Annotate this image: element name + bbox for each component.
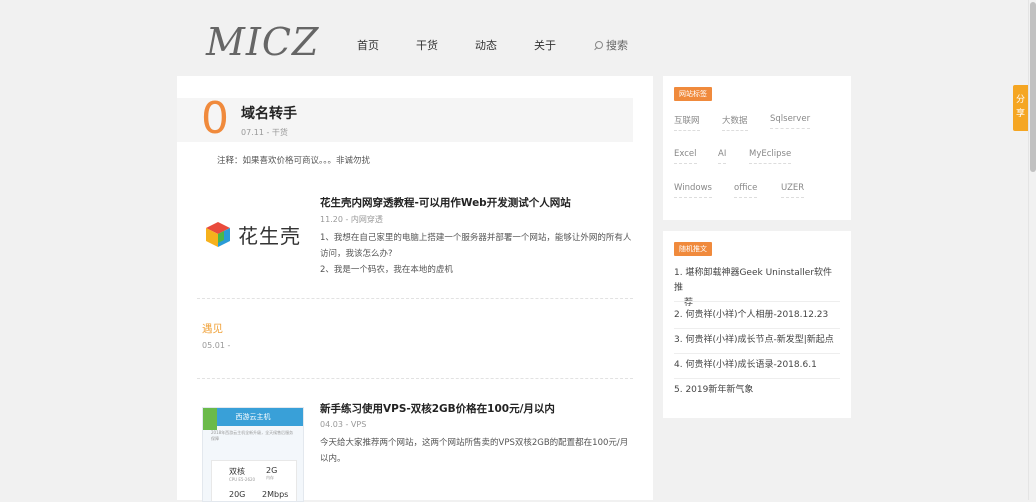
post-date: 04.03 [320,420,343,429]
search-label: 搜索 [606,39,628,52]
search-button[interactable]: 搜索 [594,37,628,53]
post-meta: 04.03 - VPS [320,420,367,429]
post-category[interactable]: VPS [351,420,366,429]
site-logo[interactable]: MICZ [206,20,319,64]
nav-home[interactable]: 首页 [357,37,379,53]
thumbnail-ribbon [203,408,217,430]
post-thumbnail[interactable]: 花生壳 [202,210,302,256]
site-header: MICZ 首页 干货 动态 关于 搜索 [0,0,1036,76]
post-note: 注释：如果喜欢价格可商议。。。非诚勿扰 [217,156,371,166]
comment-count: 0 [201,93,229,144]
tag-link[interactable]: 互联网 [674,114,700,131]
post-excerpt: 1、我想在自己家里的电脑上搭建一个服务器并部署一个网站，能够让外网的所有人 访问… [320,230,631,278]
tag-link[interactable]: 大数据 [722,114,748,131]
post-excerpt: 今天给大家推荐两个网站，这两个网站所售卖的VPS双核2GB的配置都在100元/月… [320,435,628,467]
divider [674,378,840,379]
spec-sub: CPU E5-2620 [229,477,256,482]
post-meta: 11.20 - 内网穿透 [320,215,383,224]
post-list: 0 域名转手 07.11 - 干货 注释：如果喜欢价格可商议。。。非诚勿扰 花生… [177,76,653,502]
divider [674,353,840,354]
post-category[interactable]: 干货 [272,128,288,137]
excerpt-line: 访问，我该怎么办? [320,249,393,259]
random-post-link[interactable]: 1. 堪称卸载神器Geek Uninstaller软件推 荐 [674,266,840,311]
excerpt-line: 以内。 [320,454,346,464]
post-title[interactable]: 新手练习使用VPS-双核2GB价格在100元/月以内 [320,401,555,416]
post-category[interactable]: 内网穿透 [351,215,383,224]
post-date: 05.01 [202,341,225,350]
pinned-post[interactable]: 0 域名转手 07.11 - 干货 [177,93,633,144]
thumbnail-spec-box: 双核 CPU E5-2620 2G 内存 20G 2Mbps [211,460,297,501]
scrollbar[interactable] [1028,0,1036,500]
post-meta: 05.01 - [202,341,231,350]
thumbnail-caption: 2018年西游云主机全新升级，全天候售后服务保障 [211,430,294,441]
tag-link[interactable]: office [734,183,758,198]
post-title[interactable]: 花生壳内网穿透教程-可以用作Web开发测试个人网站 [320,195,571,210]
thumbnail-banner: 西游云主机 [203,408,303,426]
nav-dry-goods[interactable]: 干货 [416,37,438,53]
share-label: 享 [1015,109,1025,119]
spec-sub: 内存 [266,475,274,480]
tags-widget: 网站标签 互联网 大数据 Sqlserver Excel AI MyEclips… [663,76,851,220]
tag-link[interactable]: Excel [674,149,697,164]
post-thumbnail[interactable]: 西游云主机 2018年西游云主机全新升级，全天候售后服务保障 双核 CPU E5-… [202,407,304,502]
scrollbar-thumb[interactable] [1030,2,1036,172]
random-post-title: 1. 堪称卸载神器Geek Uninstaller软件推 [674,268,833,293]
tag-link[interactable]: AI [718,149,727,164]
peanut-shell-logo-icon [206,222,230,247]
random-posts-widget: 随机推文 1. 堪称卸载神器Geek Uninstaller软件推 荐 2. 何… [663,231,851,418]
widget-title: 随机推文 [674,242,712,256]
divider [674,328,840,329]
random-post-link[interactable]: 5. 2019新年新气象 [674,383,840,398]
random-post-link[interactable]: 2. 何贵祥(小祥)个人相册-2018.12.23 [674,308,840,323]
divider [197,378,633,379]
thumbnail-text: 花生壳 [238,224,301,248]
post-date: 11.20 [320,215,343,224]
post-title[interactable]: 遇见 [202,321,223,336]
tag-link[interactable]: UZER [781,183,805,198]
spec-value: 2G [266,466,278,475]
widget-title: 网站标签 [674,87,712,101]
post-meta: 07.11 - 干货 [241,128,288,137]
share-button[interactable]: 分 享 [1013,85,1028,131]
tag-link[interactable]: Sqlserver [770,114,811,129]
spec-value: 双核 [229,467,245,476]
nav-news[interactable]: 动态 [475,37,497,53]
spec-cpu: 双核 CPU E5-2620 [229,466,255,482]
excerpt-line: 今天给大家推荐两个网站，这两个网站所售卖的VPS双核2GB的配置都在100元/月 [320,438,629,448]
tag-link[interactable]: Windows [674,183,712,198]
share-label: 分 [1015,95,1025,105]
post-date: 07.11 [241,128,264,137]
divider [197,298,633,299]
spec-bandwidth: 2Mbps [262,490,289,499]
search-icon [594,41,603,50]
divider [674,301,840,302]
tag-link[interactable]: MyEclipse [749,149,792,164]
spec-disk: 20G [229,490,246,499]
post-title[interactable]: 域名转手 [241,103,297,123]
excerpt-line: 2、我是一个码农，我在本地的虚机 [320,265,453,275]
spec-ram: 2G 内存 [266,466,277,481]
random-post-link[interactable]: 4. 何贵祥(小祥)成长语录-2018.6.1 [674,358,840,373]
random-post-link[interactable]: 3. 何贵祥(小祥)成长节点-新发型|新起点 [674,333,840,348]
excerpt-line: 1、我想在自己家里的电脑上搭建一个服务器并部署一个网站，能够让外网的所有人 [320,233,632,243]
nav-about[interactable]: 关于 [534,37,556,53]
